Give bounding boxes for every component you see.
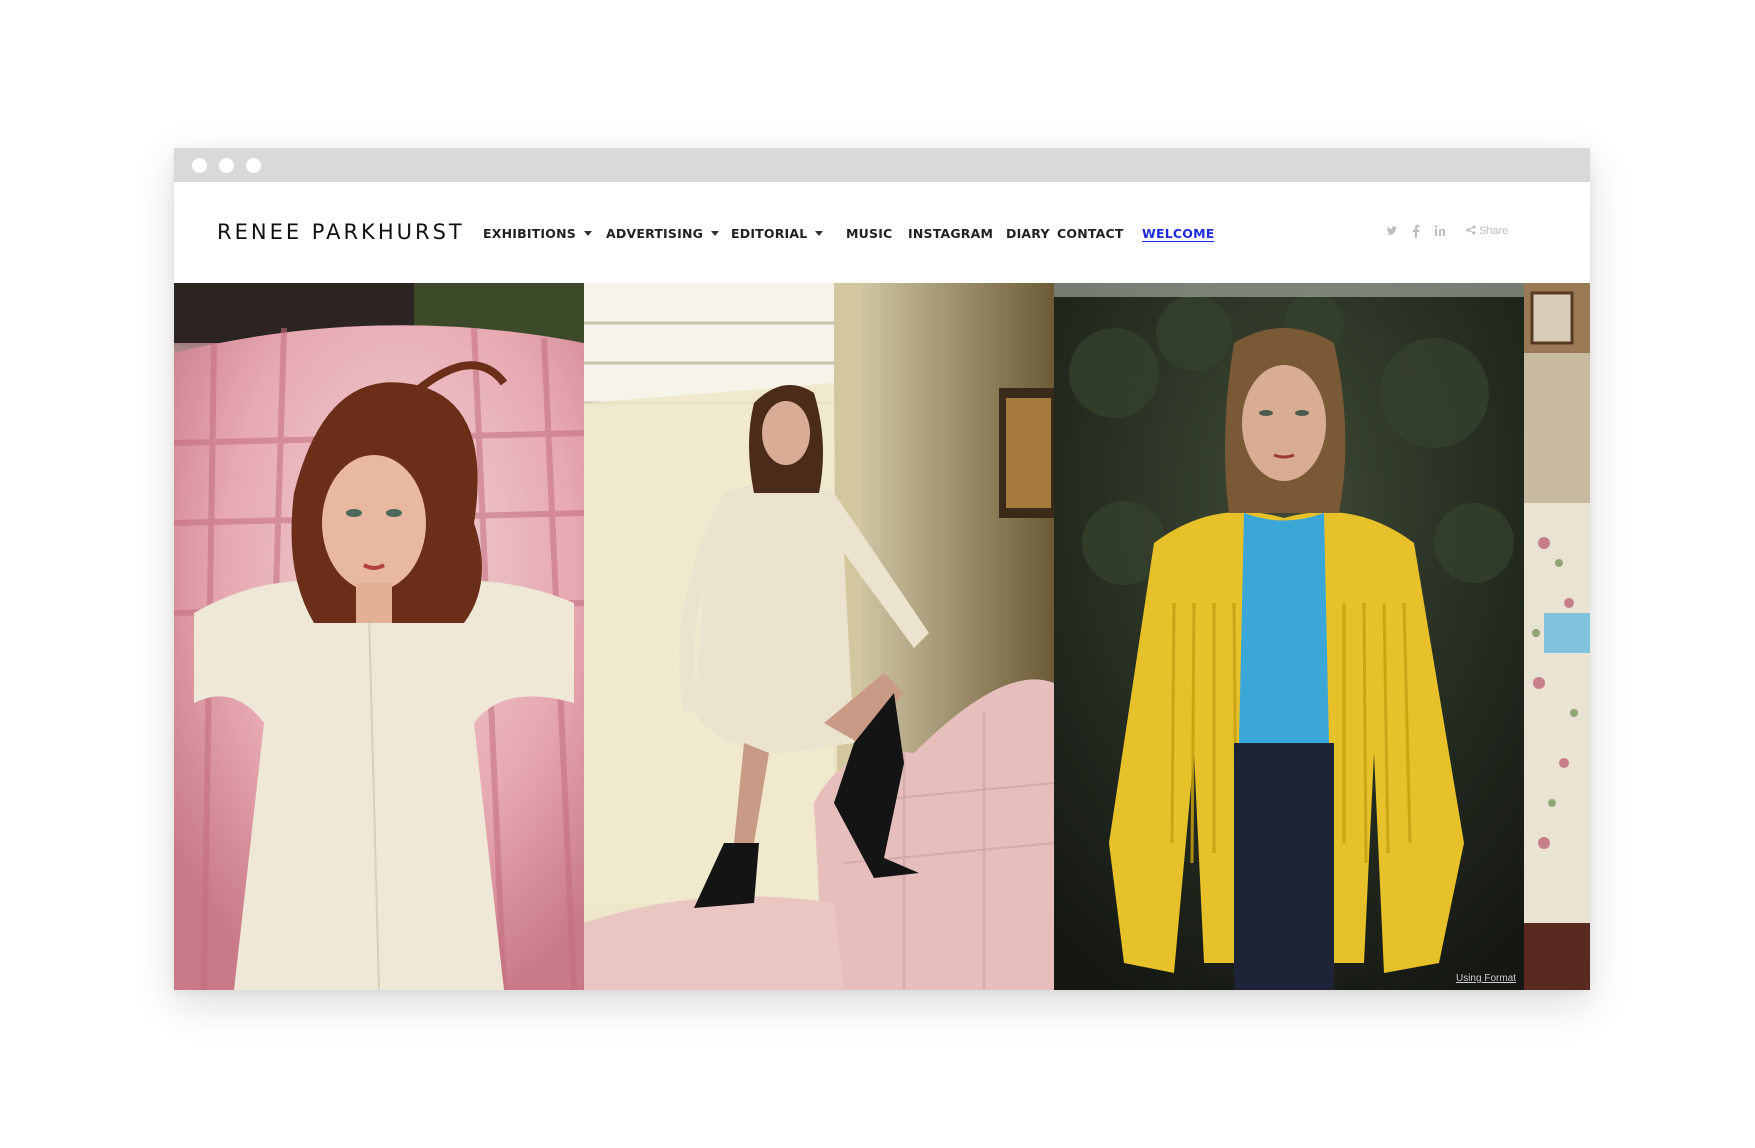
nav-item-instagram[interactable]: INSTAGRAM (908, 226, 993, 241)
nav-label: DIARY (1006, 225, 1050, 241)
window-titlebar (174, 148, 1590, 182)
format-credit-link[interactable]: Using Format (1456, 973, 1516, 984)
nav-label: WELCOME (1142, 225, 1215, 241)
share-label: Share (1479, 225, 1509, 237)
nav-label: CONTACT (1057, 225, 1124, 241)
caret-down-icon (711, 230, 720, 236)
nav-item-advertising[interactable]: ADVERTISING (606, 225, 720, 241)
nav-label: MUSIC (846, 225, 893, 241)
twitter-icon[interactable] (1386, 223, 1398, 239)
site-logo[interactable]: RENEE PARKHURST (217, 220, 465, 244)
photo-image (1054, 283, 1524, 990)
photo-gallery: Using Format (174, 283, 1590, 990)
site-header: RENEE PARKHURST EXHIBITIONS ADVERTISING … (174, 182, 1590, 283)
gallery-photo[interactable] (1524, 283, 1590, 990)
caret-down-icon (815, 230, 824, 236)
nav-item-editorial[interactable]: EDITORIAL (731, 225, 824, 241)
browser-window: RENEE PARKHURST EXHIBITIONS ADVERTISING … (174, 148, 1590, 990)
caret-down-icon (583, 230, 592, 236)
linkedin-icon[interactable] (1434, 223, 1446, 239)
photo-image (584, 283, 1054, 990)
nav-item-contact[interactable]: CONTACT (1057, 226, 1124, 241)
nav-label: EDITORIAL (731, 225, 808, 241)
share-button[interactable]: Share (1466, 223, 1508, 239)
window-close-dot[interactable] (192, 158, 207, 173)
share-icon (1466, 225, 1476, 235)
window-minimize-dot[interactable] (219, 158, 234, 173)
gallery-photo[interactable] (584, 283, 1054, 990)
nav-item-exhibitions[interactable]: EXHIBITIONS (483, 226, 592, 241)
nav-label: ADVERTISING (606, 225, 704, 241)
gallery-photo[interactable]: Using Format (1054, 283, 1524, 990)
photo-image (1524, 283, 1590, 990)
photo-image (174, 283, 584, 990)
window-maximize-dot[interactable] (246, 158, 261, 173)
gallery-photo[interactable] (174, 283, 584, 990)
nav-label: EXHIBITIONS (483, 225, 576, 241)
facebook-icon[interactable] (1412, 223, 1420, 239)
nav-item-diary[interactable]: DIARY (1006, 226, 1050, 241)
nav-item-music[interactable]: MUSIC (846, 226, 892, 241)
nav-item-welcome[interactable]: WELCOME (1142, 226, 1214, 241)
nav-label: INSTAGRAM (908, 225, 994, 241)
